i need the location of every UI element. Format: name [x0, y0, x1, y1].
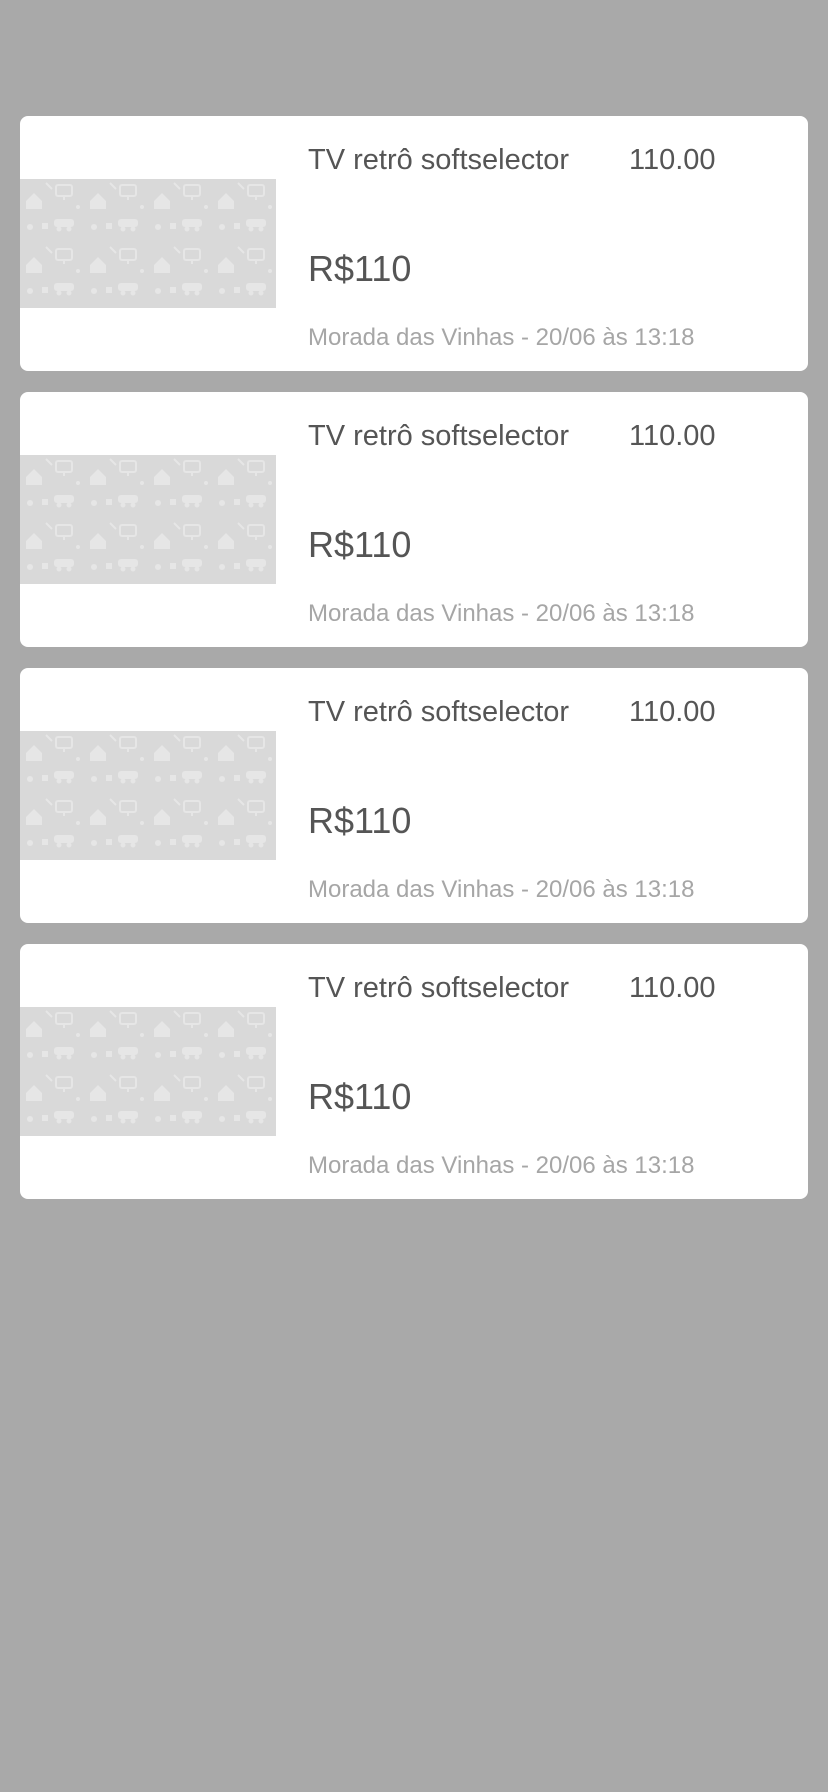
listing-card[interactable]: TV retrô softselector 110.00 R$110 Morad…: [20, 944, 808, 1199]
listing-amount: 110.00: [629, 420, 716, 452]
placeholder-pattern-icon: [20, 731, 276, 860]
listing-list: TV retrô softselector 110.00 R$110 Morad…: [20, 116, 808, 1220]
listing-thumbnail: [20, 731, 276, 860]
listing-card[interactable]: TV retrô softselector 110.00 R$110 Morad…: [20, 116, 808, 371]
listing-price: R$110: [308, 524, 412, 565]
listing-title: TV retrô softselector: [308, 972, 570, 1004]
listing-price: R$110: [308, 1076, 412, 1117]
listing-amount: 110.00: [629, 696, 716, 728]
listing-location-date: Morada das Vinhas - 20/06 às 13:18: [308, 324, 695, 351]
listing-thumbnail: [20, 179, 276, 308]
listing-price: R$110: [308, 800, 412, 841]
listing-card[interactable]: TV retrô softselector 110.00 R$110 Morad…: [20, 392, 808, 647]
listing-card[interactable]: TV retrô softselector 110.00 R$110 Morad…: [20, 668, 808, 923]
listing-location-date: Morada das Vinhas - 20/06 às 13:18: [308, 1152, 695, 1179]
listing-amount: 110.00: [629, 144, 716, 176]
listing-location-date: Morada das Vinhas - 20/06 às 13:18: [308, 876, 695, 903]
placeholder-pattern-icon: [20, 179, 276, 308]
listing-location-date: Morada das Vinhas - 20/06 às 13:18: [308, 600, 695, 627]
listing-title: TV retrô softselector: [308, 696, 570, 728]
listing-thumbnail: [20, 455, 276, 584]
listing-price: R$110: [308, 248, 412, 289]
listing-title: TV retrô softselector: [308, 420, 570, 452]
listing-amount: 110.00: [629, 972, 716, 1004]
placeholder-pattern-icon: [20, 455, 276, 584]
listing-thumbnail: [20, 1007, 276, 1136]
listing-title: TV retrô softselector: [308, 144, 570, 176]
placeholder-pattern-icon: [20, 1007, 276, 1136]
